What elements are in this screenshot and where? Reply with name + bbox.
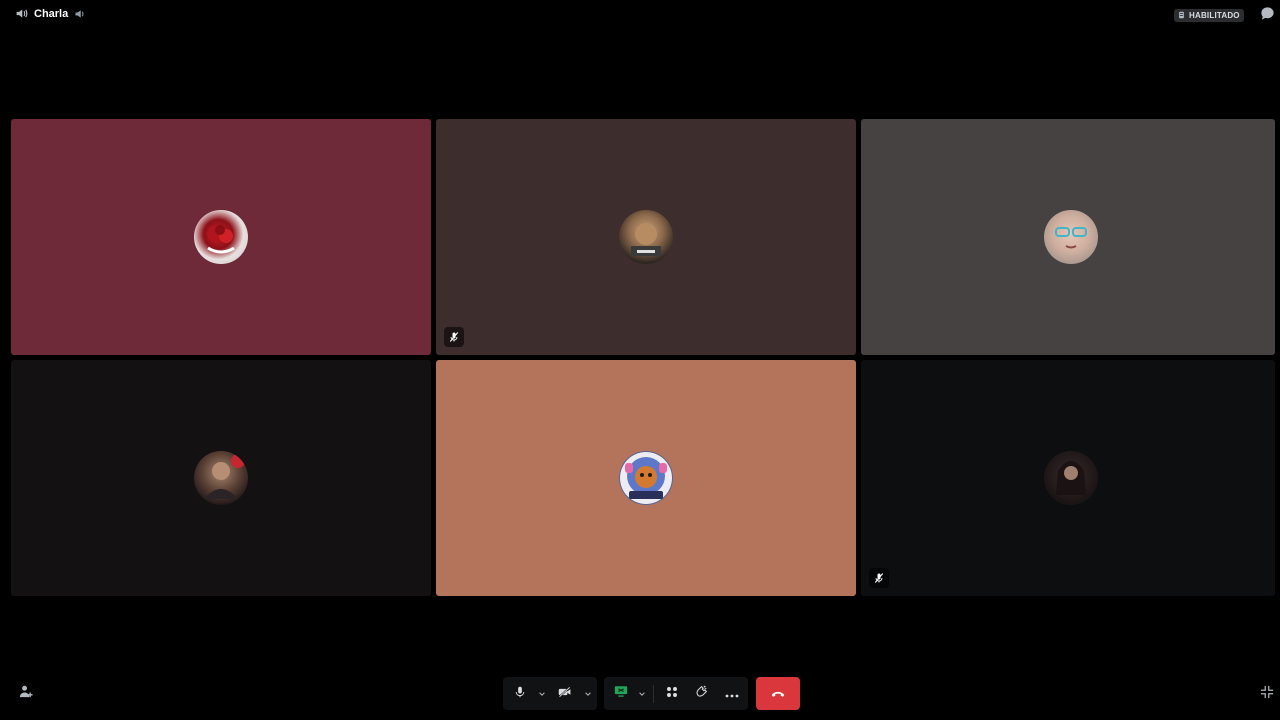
- invite-user-icon: [18, 684, 33, 704]
- avatar: [1044, 210, 1098, 264]
- status-badge[interactable]: HABILITADO: [1174, 9, 1244, 22]
- avatar: [1044, 451, 1098, 505]
- mic-muted-icon: [444, 327, 464, 347]
- chevron-down-icon: [584, 685, 592, 703]
- status-icon: [1178, 11, 1185, 21]
- participant-tile-6[interactable]: [861, 360, 1275, 596]
- camera-options-button[interactable]: [581, 677, 595, 710]
- screen-share-icon: [614, 685, 628, 703]
- speaker-icon: [15, 7, 28, 20]
- soundboard-icon: [695, 685, 708, 703]
- participant-tile-3[interactable]: [861, 119, 1275, 355]
- divider: [653, 684, 655, 703]
- avatar: [619, 451, 673, 505]
- screen-share-options-button[interactable]: [635, 677, 649, 710]
- activities-icon: [666, 685, 678, 703]
- microphone-options-button[interactable]: [535, 677, 549, 710]
- soundboard-button[interactable]: [685, 677, 716, 710]
- participant-tile-4[interactable]: [11, 360, 431, 596]
- participant-tile-5[interactable]: [436, 360, 856, 596]
- disconnect-button[interactable]: [756, 677, 800, 710]
- top-bar: Charla HABILITADO: [0, 0, 1280, 30]
- call-actions: [604, 677, 748, 710]
- chat-button[interactable]: [1259, 6, 1275, 26]
- participant-tile-1[interactable]: [11, 119, 431, 355]
- participant-tile-2[interactable]: [436, 119, 856, 355]
- camera-button[interactable]: [549, 677, 581, 710]
- chevron-down-icon: [638, 685, 646, 703]
- chat-bubble-icon: [1260, 6, 1275, 26]
- hang-up-icon: [771, 685, 785, 703]
- volume-icon[interactable]: [74, 8, 86, 20]
- screen-share-button[interactable]: [606, 677, 635, 710]
- microphone-button[interactable]: [505, 677, 535, 710]
- avatar: [619, 210, 673, 264]
- more-options-button[interactable]: [717, 677, 748, 710]
- invite-button[interactable]: [16, 685, 34, 703]
- camera-off-icon: [558, 685, 572, 703]
- audio-video-controls: [503, 677, 597, 710]
- microphone-icon: [514, 685, 526, 703]
- chevron-down-icon: [538, 685, 546, 703]
- status-label: HABILITADO: [1189, 11, 1240, 20]
- avatar: [194, 210, 248, 264]
- fullscreen-exit-icon: [1260, 685, 1274, 704]
- avatar: [194, 451, 248, 505]
- channel-name: Charla: [34, 7, 69, 20]
- exit-fullscreen-button[interactable]: [1258, 685, 1276, 703]
- more-icon: [725, 685, 739, 703]
- activities-button[interactable]: [658, 677, 685, 710]
- channel-header: Charla: [15, 7, 86, 20]
- mic-muted-icon: [869, 568, 889, 588]
